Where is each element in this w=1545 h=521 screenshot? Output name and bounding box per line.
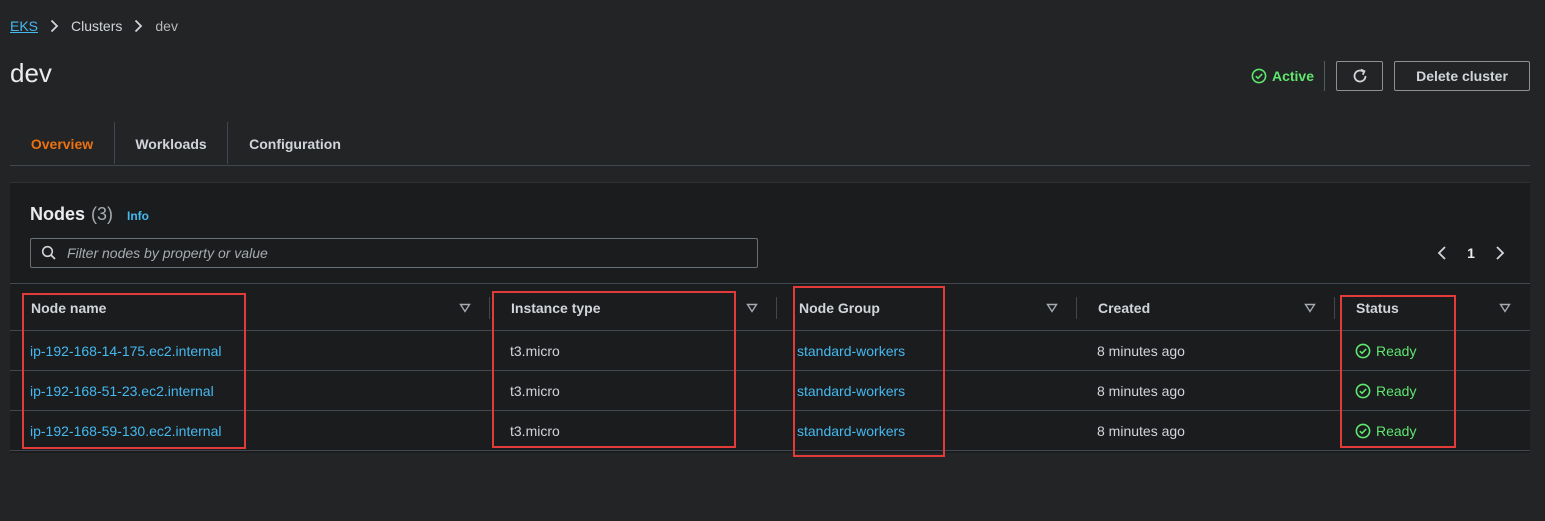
table-row: ip-192-168-59-130.ec2.internal t3.micro … (10, 411, 1530, 451)
instance-type-cell: t3.micro (510, 382, 560, 399)
refresh-button[interactable] (1336, 61, 1383, 91)
nodes-header: Nodes (3) Info (30, 204, 149, 225)
table-row: ip-192-168-14-175.ec2.internal t3.micro … (10, 331, 1530, 371)
breadcrumb-current: dev (155, 18, 178, 34)
created-cell: 8 minutes ago (1097, 342, 1185, 359)
tab-workloads[interactable]: Workloads (115, 122, 227, 165)
column-header-instance-type[interactable]: Instance type (511, 284, 600, 331)
chevron-left-icon (1437, 245, 1447, 261)
created-cell: 8 minutes ago (1097, 422, 1185, 439)
caret-down-icon[interactable] (744, 300, 760, 316)
cluster-status-text: Active (1271, 68, 1314, 84)
nodes-count: (3) (91, 204, 114, 224)
status-cell: Ready (1355, 411, 1416, 450)
breadcrumb-clusters-link[interactable]: Clusters (71, 18, 122, 34)
chevron-right-icon (1495, 245, 1505, 261)
instance-type-cell: t3.micro (510, 342, 560, 359)
status-cell: Ready (1355, 331, 1416, 370)
page-title: dev (10, 58, 52, 88)
node-name-link[interactable]: ip-192-168-14-175.ec2.internal (30, 331, 221, 370)
node-group-link[interactable]: standard-workers (797, 411, 905, 450)
filter-nodes-input[interactable] (65, 244, 757, 262)
page-number[interactable]: 1 (1454, 245, 1488, 261)
previous-page-button[interactable] (1430, 242, 1454, 264)
delete-cluster-button[interactable]: Delete cluster (1394, 61, 1530, 91)
header-divider (1324, 61, 1325, 91)
nodes-table: Node name Instance type Node Group Creat… (10, 283, 1530, 451)
column-divider (1334, 297, 1335, 319)
status-text: Ready (1376, 382, 1417, 399)
search-icon (31, 245, 65, 261)
check-circle-icon (1251, 68, 1272, 84)
tab-overview[interactable]: Overview (10, 122, 114, 165)
caret-down-icon[interactable] (457, 300, 473, 316)
check-circle-icon (1355, 383, 1376, 399)
filter-nodes-field[interactable] (30, 238, 758, 268)
nodes-panel: Nodes (3) Info 1 N (10, 182, 1530, 453)
breadcrumb-eks-link[interactable]: EKS (10, 18, 38, 34)
pagination: 1 (1430, 242, 1512, 264)
caret-down-icon[interactable] (1044, 300, 1060, 316)
column-header-status[interactable]: Status (1356, 284, 1399, 331)
chevron-right-icon (50, 19, 59, 33)
tab-bar: Overview Workloads Configuration (10, 122, 1530, 166)
next-page-button[interactable] (1488, 242, 1512, 264)
column-divider (1076, 297, 1077, 319)
caret-down-icon[interactable] (1497, 300, 1513, 316)
header-actions: Active Delete cluster (1251, 61, 1530, 91)
column-divider (776, 297, 777, 319)
node-group-link[interactable]: standard-workers (797, 371, 905, 410)
cluster-status-badge: Active (1251, 68, 1314, 84)
status-text: Ready (1376, 422, 1417, 439)
refresh-icon (1351, 67, 1369, 85)
table-header: Node name Instance type Node Group Creat… (10, 283, 1530, 331)
column-divider (489, 297, 490, 319)
tab-configuration[interactable]: Configuration (228, 122, 362, 165)
nodes-title: Nodes (30, 204, 86, 224)
node-name-link[interactable]: ip-192-168-59-130.ec2.internal (30, 411, 221, 450)
table-row: ip-192-168-51-23.ec2.internal t3.micro s… (10, 371, 1530, 411)
chevron-right-icon (134, 19, 143, 33)
node-group-link[interactable]: standard-workers (797, 331, 905, 370)
check-circle-icon (1355, 423, 1376, 439)
created-cell: 8 minutes ago (1097, 382, 1185, 399)
column-header-node-name[interactable]: Node name (31, 284, 106, 331)
status-badge: Ready (1355, 343, 1416, 359)
info-link[interactable]: Info (127, 209, 149, 223)
status-text: Ready (1376, 342, 1417, 359)
status-cell: Ready (1355, 371, 1416, 410)
instance-type-cell: t3.micro (510, 422, 560, 439)
eks-cluster-page: EKS Clusters dev dev Active Delete clust… (0, 0, 1545, 521)
caret-down-icon[interactable] (1302, 300, 1318, 316)
node-name-link[interactable]: ip-192-168-51-23.ec2.internal (30, 371, 214, 410)
column-header-created[interactable]: Created (1098, 284, 1150, 331)
status-badge: Ready (1355, 383, 1416, 399)
check-circle-icon (1355, 343, 1376, 359)
column-header-node-group[interactable]: Node Group (799, 284, 880, 331)
status-badge: Ready (1355, 423, 1416, 439)
breadcrumb: EKS Clusters dev (10, 16, 178, 36)
